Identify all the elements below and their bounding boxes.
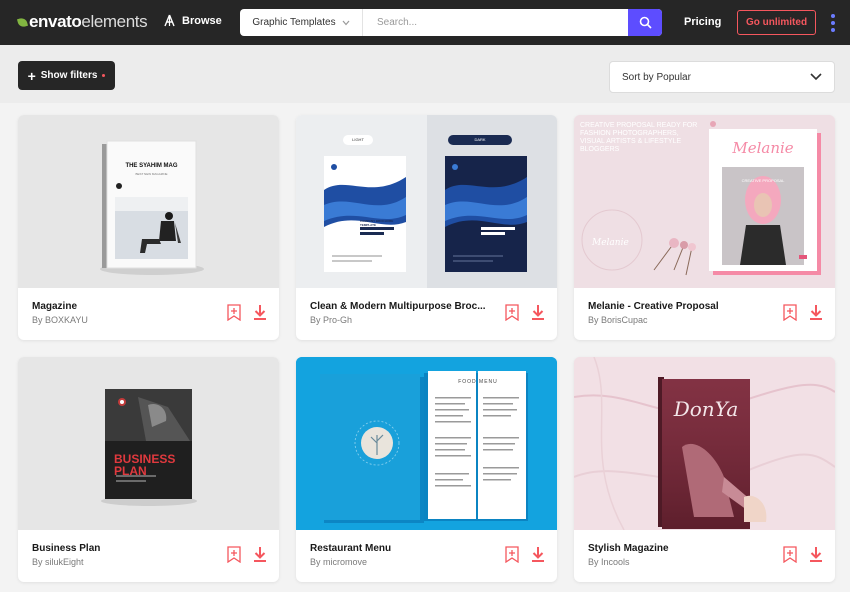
item-thumbnail[interactable]: BUSINESS PLAN <box>18 357 279 530</box>
chevron-down-icon <box>342 20 350 25</box>
item-title[interactable]: Melanie - Creative Proposal <box>588 301 719 312</box>
item-author[interactable]: By micromove <box>310 557 367 567</box>
top-navbar: envato elements Browse Graphic Templates… <box>0 0 850 45</box>
filter-indicator-dot <box>102 74 106 77</box>
download-icon[interactable] <box>530 304 546 321</box>
category-select[interactable]: Graphic Templates <box>240 9 363 36</box>
plus-icon: + <box>27 67 36 84</box>
category-value: Graphic Templates <box>252 17 336 28</box>
logo-word-envato: envato <box>29 12 82 31</box>
leaf-logo-icon <box>16 16 29 28</box>
sort-value: Sort by Popular <box>622 71 691 83</box>
search-bar: Graphic Templates <box>240 9 662 36</box>
add-to-collection-icon[interactable] <box>783 546 797 563</box>
stylish-magazine-cover-image <box>574 357 835 530</box>
item-author[interactable]: By Incools <box>588 557 630 567</box>
cover-subtitle: BEST NEW MAGAZINE <box>135 172 168 176</box>
chevron-down-icon <box>810 73 822 81</box>
download-icon[interactable] <box>808 304 824 321</box>
item-thumbnail[interactable]: DonYa <box>574 357 835 530</box>
business-plan-cover-image <box>101 389 197 506</box>
search-icon <box>639 16 652 29</box>
brochure-cover-text: COMPANY BROCHURE TEMPLATE <box>360 219 394 227</box>
browse-button[interactable]: Browse <box>163 14 222 27</box>
download-icon[interactable] <box>252 546 268 563</box>
add-to-collection-icon[interactable] <box>227 304 241 321</box>
download-icon[interactable] <box>530 546 546 563</box>
tag-light: LIGHT <box>352 137 364 142</box>
item-card[interactable]: DonYa Stylish Magazine By Incools <box>574 357 835 582</box>
magazine-cover-image <box>100 140 204 275</box>
add-to-collection-icon[interactable] <box>227 546 241 563</box>
background-tagline: CREATIVE PROPOSAL READY FOR FASHION PHOT… <box>580 122 698 153</box>
envato-elements-logo[interactable]: envato elements <box>16 12 148 32</box>
item-thumbnail[interactable]: THE SYAHIM MAG BEST NEW MAGAZINE <box>18 115 279 288</box>
item-card[interactable]: BUSINESS PLAN Business Plan By silukEigh… <box>18 357 279 582</box>
item-title[interactable]: Clean & Modern Multipurpose Broc... <box>310 301 486 312</box>
tag-dark: DARK <box>474 137 486 142</box>
download-icon[interactable] <box>252 304 268 321</box>
cover-title: Melanie <box>732 139 794 157</box>
browse-label: Browse <box>182 14 222 27</box>
item-author[interactable]: By Pro-Gh <box>310 315 352 325</box>
item-title[interactable]: Stylish Magazine <box>588 543 669 554</box>
add-to-collection-icon[interactable] <box>783 304 797 321</box>
show-filters-label: Show filters <box>40 70 98 81</box>
cover-title: DonYa <box>673 397 739 421</box>
sort-dropdown[interactable]: Sort by Popular <box>609 61 835 93</box>
item-author[interactable]: By silukEight <box>32 557 84 567</box>
item-author[interactable]: By BOXKAYU <box>32 315 88 325</box>
cover-title: THE SYAHIM MAG <box>125 163 178 169</box>
item-title[interactable]: Restaurant Menu <box>310 543 391 554</box>
item-title[interactable]: Magazine <box>32 301 77 312</box>
item-card[interactable]: LIGHT DARK COMPANY BROCHURE TEMPLATE Cle… <box>296 115 557 340</box>
pricing-link[interactable]: Pricing <box>684 16 721 28</box>
item-author[interactable]: By BorisCupac <box>588 315 648 325</box>
show-filters-button[interactable]: + Show filters <box>18 61 115 90</box>
item-card[interactable]: CREATIVE PROPOSAL READY FOR FASHION PHOT… <box>574 115 835 340</box>
more-menu-icon[interactable] <box>828 12 838 34</box>
search-button[interactable] <box>628 9 662 36</box>
go-unlimited-button[interactable]: Go unlimited <box>737 10 816 35</box>
item-title[interactable]: Business Plan <box>32 543 100 554</box>
logo-word-elements: elements <box>81 12 148 31</box>
item-card[interactable]: FOOD MENU Restaurant Menu By micromove <box>296 357 557 582</box>
menu-cover-image <box>296 357 557 530</box>
menu-heading: FOOD MENU <box>458 379 498 385</box>
add-to-collection-icon[interactable] <box>505 546 519 563</box>
item-card[interactable]: THE SYAHIM MAG BEST NEW MAGAZINE Magazin… <box>18 115 279 340</box>
grid-icon <box>164 14 175 27</box>
brochure-cover-image <box>324 115 557 288</box>
cover-subtitle: CREATIVE PROPOSAL <box>741 178 785 183</box>
item-thumbnail[interactable]: FOOD MENU <box>296 357 557 530</box>
add-to-collection-icon[interactable] <box>505 304 519 321</box>
item-thumbnail[interactable]: LIGHT DARK COMPANY BROCHURE TEMPLATE <box>296 115 557 288</box>
item-thumbnail[interactable]: CREATIVE PROPOSAL READY FOR FASHION PHOT… <box>574 115 835 288</box>
side-script-text: Melanie <box>592 238 629 248</box>
download-icon[interactable] <box>808 546 824 563</box>
cover-line2: PLAN <box>114 464 147 478</box>
search-input[interactable] <box>363 9 628 36</box>
